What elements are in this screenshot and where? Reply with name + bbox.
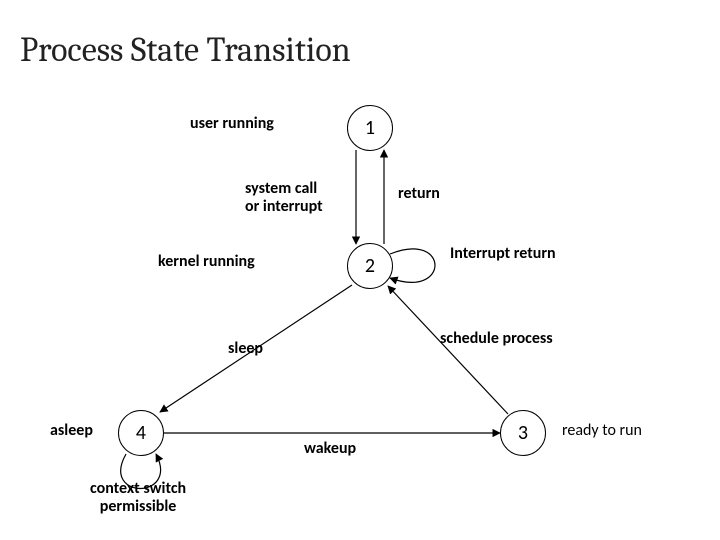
state-label-kernel-running: kernel running [158,253,255,271]
state-node-2: 2 [347,243,393,289]
state-node-3: 3 [500,410,546,456]
state-node-3-num: 3 [518,421,528,445]
edge-label-syscall: system call or interrupt [245,180,323,217]
state-node-1-num: 1 [365,116,375,140]
state-label-asleep: asleep [50,422,93,440]
edge-label-context-switch: context switch permissible [90,480,186,517]
edge-label-schedule: schedule process [440,330,553,348]
state-label-user-running: user running [190,115,274,133]
state-node-4-num: 4 [136,421,146,445]
state-label-ready-to-run: ready to run [562,422,642,440]
edge-2-self-loop [390,249,435,282]
state-node-2-num: 2 [365,254,375,278]
edge-label-sleep: sleep [228,340,263,358]
edge-label-interrupt-return: Interrupt return [450,245,556,263]
edge-label-wakeup: wakeup [304,440,356,458]
edge-label-return: return [398,185,440,203]
state-node-4: 4 [118,410,164,456]
state-node-1: 1 [347,105,393,151]
page-title: Process State Transition [20,30,351,70]
edge-3-to-2 [388,286,508,414]
